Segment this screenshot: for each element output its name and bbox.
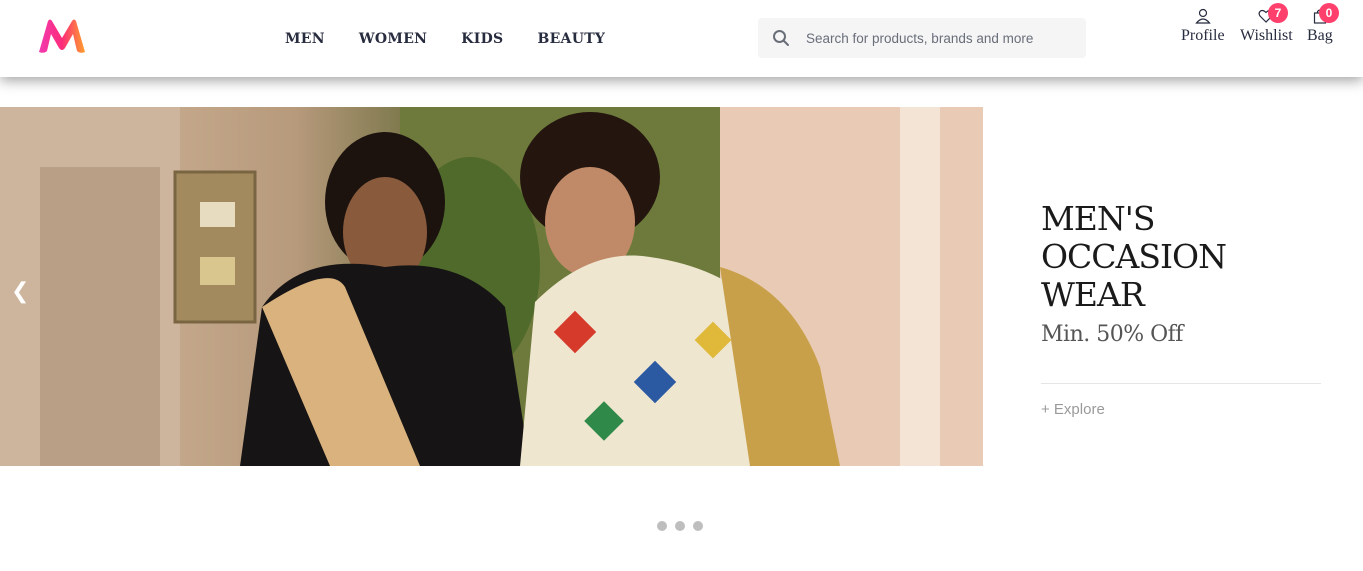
profile-label: Profile: [1181, 27, 1225, 44]
promo-title-line1: MEN'S: [1041, 199, 1155, 238]
nav-kids[interactable]: KIDS: [461, 31, 503, 47]
carousel-dot[interactable]: [693, 521, 703, 531]
site-header: MEN WOMEN KIDS BEAUTY Profile Wishlist 7…: [0, 0, 1363, 77]
promo-title: MEN'S OCCASION WEAR: [1041, 200, 1321, 314]
wishlist-count-badge: 7: [1268, 3, 1288, 23]
bag-label: Bag: [1307, 27, 1333, 44]
carousel-dot[interactable]: [675, 521, 685, 531]
bag-count-badge: 0: [1319, 3, 1339, 23]
carousel-dot[interactable]: [657, 521, 667, 531]
nav-men[interactable]: MEN: [285, 31, 325, 47]
main-nav: MEN WOMEN KIDS BEAUTY: [268, 0, 622, 77]
two-men-in-ethnic-wear-image[interactable]: ❮: [0, 107, 983, 466]
promo-subtitle: Min. 50% Off: [1041, 322, 1183, 347]
wishlist-button[interactable]: Wishlist 7: [1240, 3, 1293, 45]
profile-button[interactable]: Profile: [1181, 8, 1225, 45]
search-input[interactable]: [806, 30, 1066, 46]
prev-slide-arrow[interactable]: ❮: [11, 279, 29, 304]
nav-beauty[interactable]: BEAUTY: [537, 31, 605, 47]
promo-panel: MEN'S OCCASION WEAR Min. 50% Off + Explo…: [1041, 200, 1321, 418]
nav-women[interactable]: WOMEN: [359, 31, 427, 47]
search-icon[interactable]: [772, 29, 790, 47]
explore-link[interactable]: + Explore: [1041, 401, 1321, 418]
user-icon: [1195, 8, 1211, 24]
search-bar[interactable]: [758, 18, 1086, 58]
hero-banner: ❮ MEN'S OCCASION WEAR Min. 50% Off + Exp…: [0, 107, 1363, 466]
myntra-logo[interactable]: [36, 18, 88, 54]
promo-title-line2: OCCASION WEAR: [1041, 237, 1227, 314]
wishlist-label: Wishlist: [1240, 27, 1293, 44]
bag-button[interactable]: Bag 0: [1307, 3, 1339, 45]
carousel-dots: [657, 521, 711, 531]
divider: [1041, 383, 1321, 384]
